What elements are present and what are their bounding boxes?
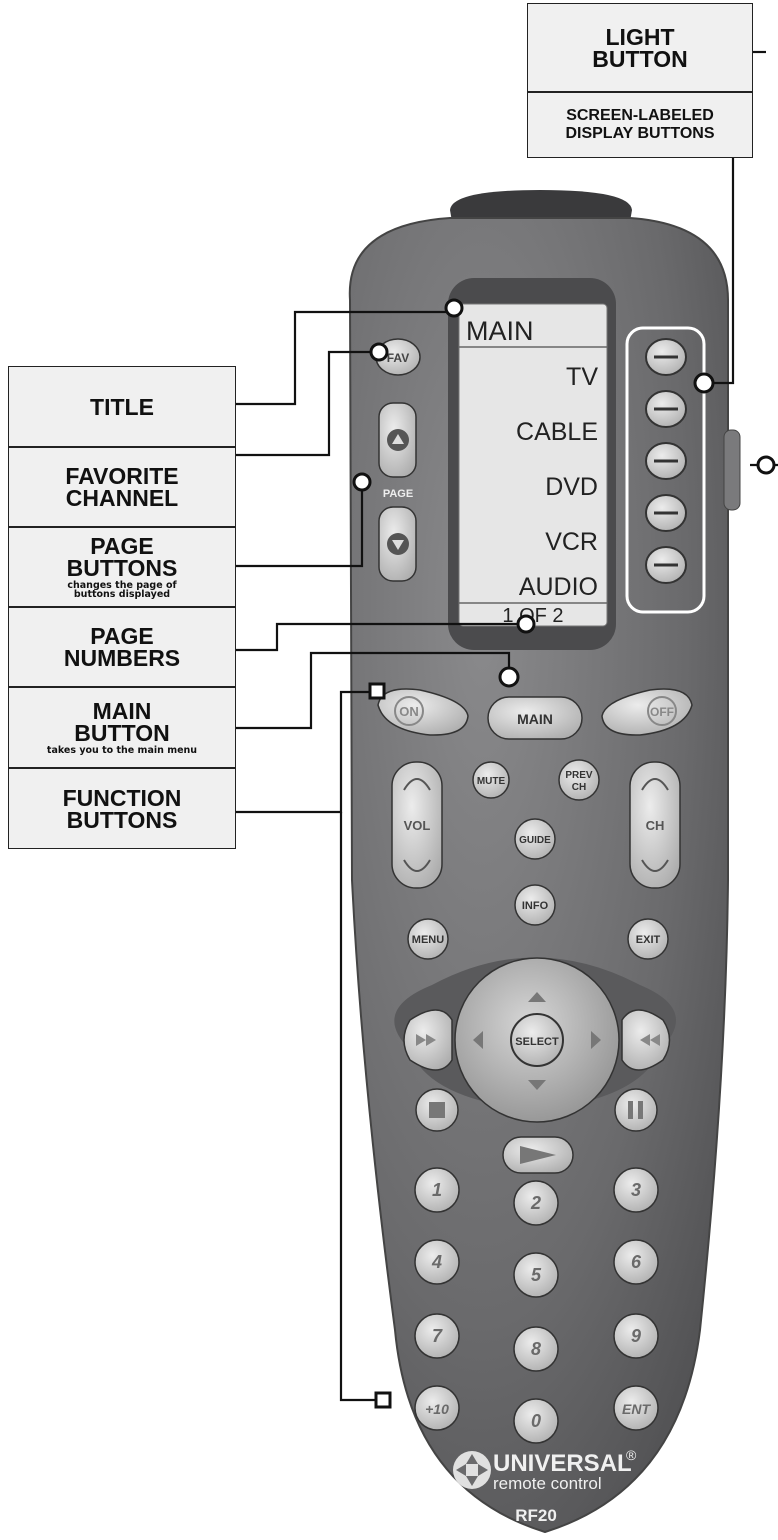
function-bottom-marker (374, 1391, 392, 1409)
digit-label: 8 (531, 1339, 541, 1359)
digit-label: 7 (432, 1326, 443, 1346)
fast-forward-button[interactable] (621, 1009, 671, 1071)
mute-label: MUTE (477, 776, 506, 787)
display-button-5[interactable] (645, 546, 687, 584)
digit-label: 6 (631, 1252, 642, 1272)
side-light-button[interactable] (723, 429, 741, 511)
ch-rocker[interactable]: CH (629, 761, 681, 889)
rewind-button[interactable] (403, 1009, 453, 1071)
page-down-button[interactable] (378, 506, 417, 582)
model-name: RF20 (515, 1506, 557, 1525)
lcd-title: MAIN (466, 316, 534, 346)
digit-button-5[interactable]: 5 (513, 1252, 559, 1298)
screen-labeled-marker (693, 372, 715, 394)
digit-label: ENT (622, 1401, 651, 1417)
lcd-item-2: CABLE (516, 418, 598, 446)
info-label: INFO (522, 900, 549, 912)
brand-name: UNIVERSAL (493, 1450, 632, 1477)
guide-label: GUIDE (519, 835, 551, 846)
page-up-button[interactable] (378, 402, 417, 478)
play-button[interactable] (502, 1136, 574, 1174)
lcd-item-5: AUDIO (519, 573, 598, 601)
lcd-item-1: TV (566, 363, 598, 391)
display-button-1[interactable] (645, 338, 687, 376)
digit-button-8[interactable]: 8 (513, 1326, 559, 1372)
digit-button-3[interactable]: 3 (613, 1167, 659, 1213)
light-marker (756, 455, 776, 475)
exit-label: EXIT (636, 934, 661, 946)
digit-button-2[interactable]: 2 (513, 1180, 559, 1226)
title-marker (444, 298, 464, 318)
stop-button[interactable] (415, 1088, 459, 1132)
digit-button-7[interactable]: 7 (414, 1313, 460, 1359)
prev-label: PREV (565, 770, 593, 781)
brand-subtitle: remote control (493, 1474, 602, 1493)
universal-logo-icon (453, 1451, 491, 1489)
vol-rocker[interactable]: VOL (391, 761, 443, 889)
digit-label: 0 (531, 1411, 541, 1431)
prev-ch-button[interactable]: PREV CH (558, 759, 600, 801)
main-button-marker (498, 666, 520, 688)
pause-icon (628, 1101, 633, 1119)
off-label: OFF (650, 705, 674, 719)
mute-button[interactable]: MUTE (472, 761, 510, 799)
digit-button-6[interactable]: 6 (613, 1239, 659, 1285)
digit-label: 5 (531, 1265, 542, 1285)
exit-button[interactable]: EXIT (627, 918, 669, 960)
digit-label: 1 (432, 1180, 442, 1200)
select-button[interactable]: SELECT (510, 1013, 564, 1067)
main-button[interactable]: MAIN (487, 696, 583, 740)
digit-button-0[interactable]: 0 (513, 1398, 559, 1444)
lcd-item-4: VCR (545, 528, 598, 556)
select-label: SELECT (515, 1036, 559, 1048)
digit-button-ent[interactable]: ENT (613, 1385, 659, 1431)
ch-label: CH (646, 818, 665, 833)
fav-label: FAV (387, 351, 409, 365)
favorite-marker (369, 342, 389, 362)
function-top-marker (368, 682, 386, 700)
page-label: PAGE (383, 488, 413, 500)
brand-registered: ® (626, 1447, 637, 1463)
digit-label: 4 (431, 1252, 442, 1272)
stop-icon (429, 1102, 445, 1118)
menu-label: MENU (412, 934, 444, 946)
menu-button[interactable]: MENU (407, 918, 449, 960)
digit-button-plus-10[interactable]: +10 (414, 1385, 460, 1431)
display-button-2[interactable] (645, 390, 687, 428)
digit-label: 3 (631, 1180, 641, 1200)
digit-button-1[interactable]: 1 (414, 1167, 460, 1213)
main-label: MAIN (517, 711, 553, 727)
info-button[interactable]: INFO (514, 884, 556, 926)
vol-label: VOL (404, 818, 431, 833)
digit-button-9[interactable]: 9 (613, 1313, 659, 1359)
page-numbers-marker (516, 614, 536, 634)
digit-label: +10 (425, 1401, 449, 1417)
page-buttons-marker (352, 472, 372, 492)
lcd-item-3: DVD (545, 473, 598, 501)
on-label: ON (399, 704, 419, 719)
guide-button[interactable]: GUIDE (514, 818, 556, 860)
display-button-4[interactable] (645, 494, 687, 532)
digit-label: 2 (530, 1193, 541, 1213)
digit-label: 9 (631, 1326, 641, 1346)
remote-diagram: MAIN TV CABLE DVD VCR AUDIO 1 OF 2 FAV P… (236, 50, 778, 1534)
ch-small-label: CH (572, 782, 586, 793)
display-button-3[interactable] (645, 442, 687, 480)
digit-button-4[interactable]: 4 (414, 1239, 460, 1285)
pause-button[interactable] (614, 1088, 658, 1132)
